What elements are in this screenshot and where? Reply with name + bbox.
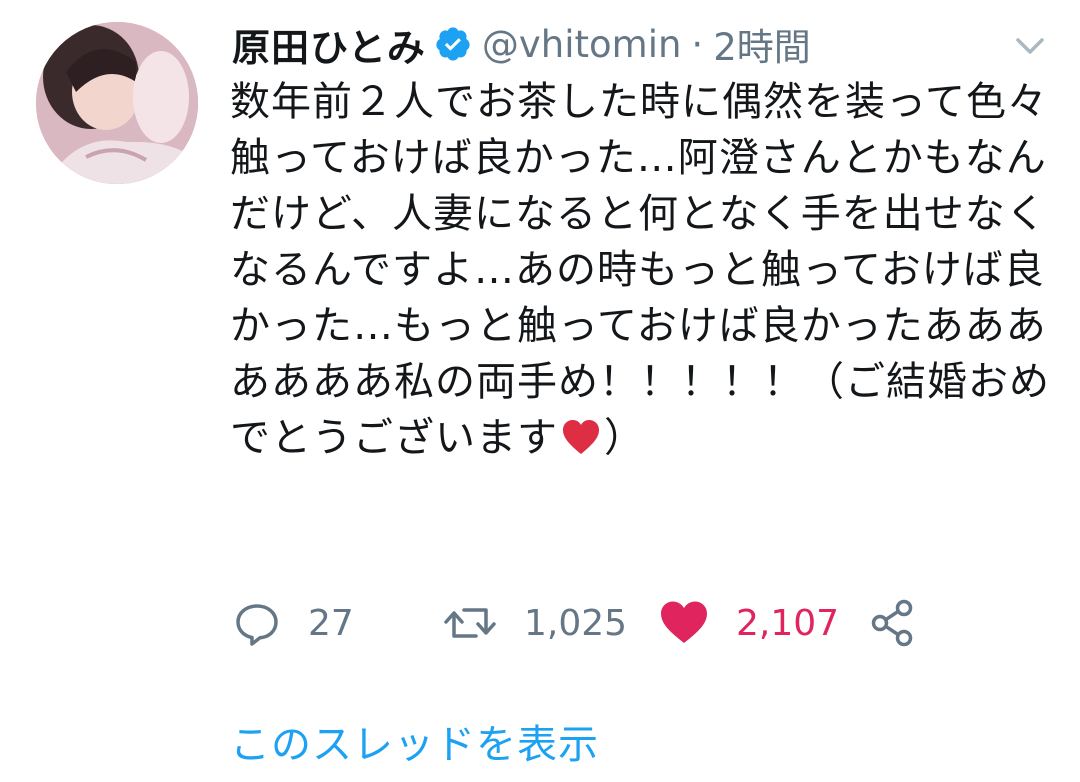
action-bar: 27 1,025 2,107 [232,598,1032,648]
share-button[interactable] [870,598,916,648]
verified-badge-icon [434,25,472,63]
show-thread-link[interactable]: このスレッドを表示 [230,712,599,770]
timestamp[interactable]: 2時間 [713,17,811,71]
like-count: 2,107 [736,602,840,644]
heart-icon [661,601,707,643]
chevron-down-icon[interactable] [1010,28,1050,62]
tweet-header: 原田ひとみ @vhitomin · 2時間 [232,14,811,74]
handle[interactable]: @vhitomin [482,23,682,66]
tweet-text-end: ） [604,415,645,461]
display-name[interactable]: 原田ひとみ [232,17,426,72]
avatar[interactable] [36,22,198,184]
retweet-button[interactable]: 1,025 [442,598,627,648]
retweet-count: 1,025 [524,602,628,644]
tweet-card[interactable]: 原田ひとみ @vhitomin · 2時間 数年前２人でお茶した時に偶然を装って… [0,0,1080,782]
share-icon [871,599,913,647]
red-heart-icon [560,417,602,457]
avatar-image [36,22,198,184]
retweet-icon [444,608,496,638]
reply-button[interactable]: 27 [232,598,354,648]
reply-icon [236,604,278,646]
like-button[interactable]: 2,107 [658,598,839,648]
tweet-text: 数年前２人でお茶した時に偶然を装って色々触っておけば良かった…阿澄さんとかもなん… [230,74,1050,466]
separator-dot: · [691,22,704,66]
tweet-text-main: 数年前２人でお茶した時に偶然を装って色々触っておけば良かった…阿澄さんとかもなん… [230,79,1050,461]
reply-count: 27 [308,602,354,644]
